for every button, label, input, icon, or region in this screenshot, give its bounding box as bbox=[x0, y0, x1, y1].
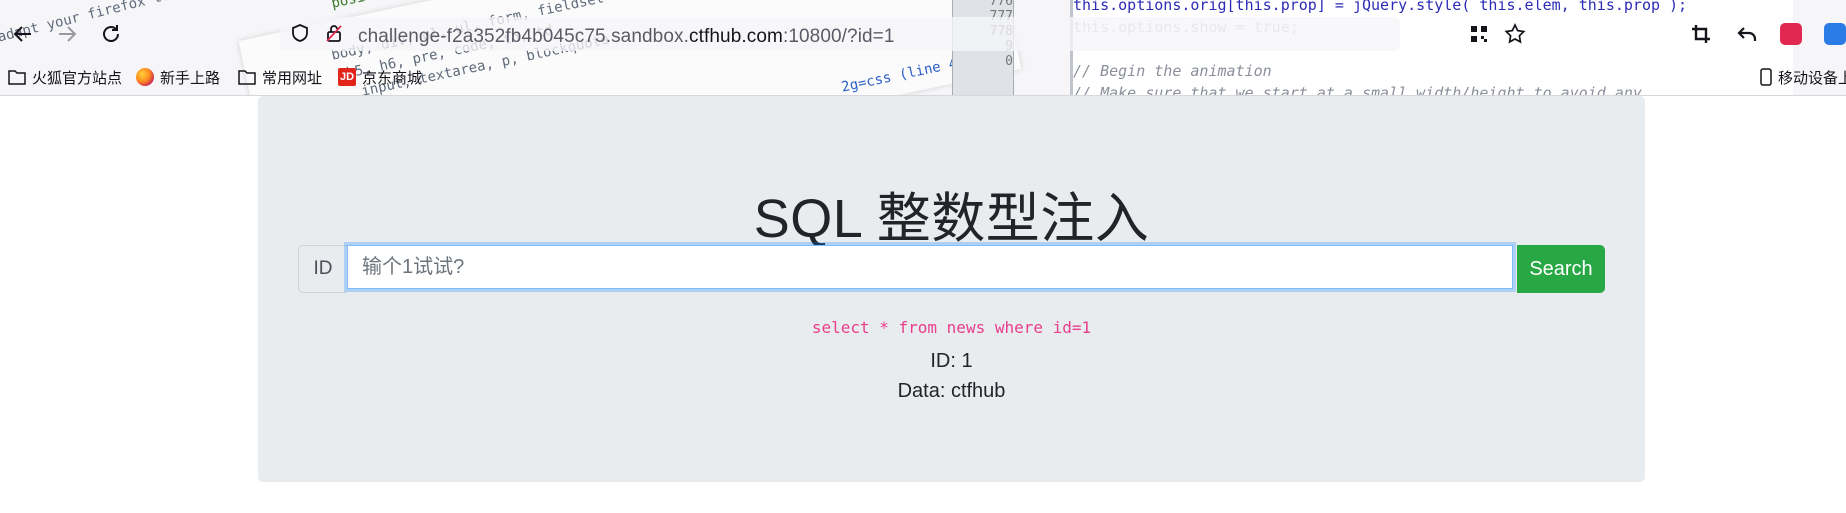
gutter-number: 776 bbox=[989, 0, 1013, 9]
page-title: SQL 整数型注入 bbox=[753, 189, 1150, 249]
bookmark-star-button[interactable] bbox=[1500, 19, 1530, 49]
navigation-bar: challenge-f2a352fb4b045c75.sandbox.ctfhu… bbox=[0, 15, 1846, 55]
reload-button[interactable] bbox=[96, 19, 126, 49]
sql-query-text: select * from news where id=1 bbox=[811, 318, 1092, 337]
jd-icon: JD bbox=[338, 68, 356, 86]
browser-chrome: adapt your firefox to fit position: 26px… bbox=[0, 0, 1846, 96]
bookmark-label: 新手上路 bbox=[160, 69, 221, 87]
theme-code-line: this.options.orig[this.prop] = jQuery.st… bbox=[1073, 0, 1688, 14]
bookmarks-toolbar: 火狐官方站点 新手上路 常用网址 JD 京东商城 移动设备上 bbox=[0, 64, 1846, 90]
bookmark-item[interactable]: JD 京东商城 bbox=[338, 64, 422, 90]
star-icon bbox=[1504, 23, 1526, 44]
url-suffix: :10800/?id=1 bbox=[782, 26, 895, 47]
search-input-group: ID Search bbox=[298, 245, 1605, 293]
back-arrow-icon bbox=[13, 26, 31, 42]
bookmark-label: 京东商城 bbox=[362, 69, 423, 87]
bookmark-label: 移动设备上 bbox=[1778, 69, 1846, 87]
folder-icon bbox=[238, 70, 256, 85]
forward-button[interactable] bbox=[52, 19, 82, 49]
undo-button[interactable] bbox=[1732, 19, 1762, 49]
id-input[interactable] bbox=[347, 245, 1513, 289]
bookmark-item[interactable]: 新手上路 bbox=[136, 64, 220, 90]
undo-icon bbox=[1737, 27, 1757, 41]
insecure-lock-icon[interactable] bbox=[322, 21, 346, 45]
qr-code-icon bbox=[1471, 26, 1487, 42]
bookmark-item[interactable]: 火狐官方站点 bbox=[8, 64, 122, 90]
crop-icon bbox=[1692, 25, 1710, 43]
screenshot-button[interactable] bbox=[1686, 19, 1716, 49]
search-button[interactable]: Search bbox=[1517, 245, 1605, 293]
url-prefix: challenge-f2a352fb4b045c75.sandbox. bbox=[358, 26, 689, 47]
jumbotron: SQL 整数型注入 ID Search select * from news w… bbox=[258, 96, 1645, 482]
bookmark-label: 常用网址 bbox=[262, 69, 323, 87]
shield-icon[interactable] bbox=[288, 21, 312, 45]
bookmark-label: 火狐官方站点 bbox=[32, 69, 123, 87]
mobile-device-icon bbox=[1760, 68, 1772, 86]
back-button[interactable] bbox=[8, 19, 38, 49]
firefox-icon bbox=[136, 68, 154, 86]
extension-blue-icon bbox=[1824, 23, 1846, 45]
url-text[interactable]: challenge-f2a352fb4b045c75.sandbox.ctfhu… bbox=[358, 26, 895, 48]
reload-icon bbox=[103, 25, 119, 42]
extension-red-icon bbox=[1780, 23, 1802, 45]
qr-code-button[interactable] bbox=[1464, 19, 1494, 49]
forward-arrow-icon bbox=[59, 26, 77, 42]
extension-button[interactable] bbox=[1776, 19, 1806, 49]
url-host: ctfhub.com bbox=[689, 26, 783, 47]
id-label: ID bbox=[298, 245, 347, 293]
extension-button-2[interactable] bbox=[1820, 19, 1846, 49]
bookmark-item[interactable]: 常用网址 bbox=[238, 64, 322, 90]
result-data: Data: ctfhub bbox=[897, 380, 1006, 402]
folder-icon bbox=[8, 70, 26, 85]
result-id: ID: 1 bbox=[930, 350, 973, 372]
mobile-bookmarks[interactable]: 移动设备上 bbox=[1760, 64, 1846, 90]
